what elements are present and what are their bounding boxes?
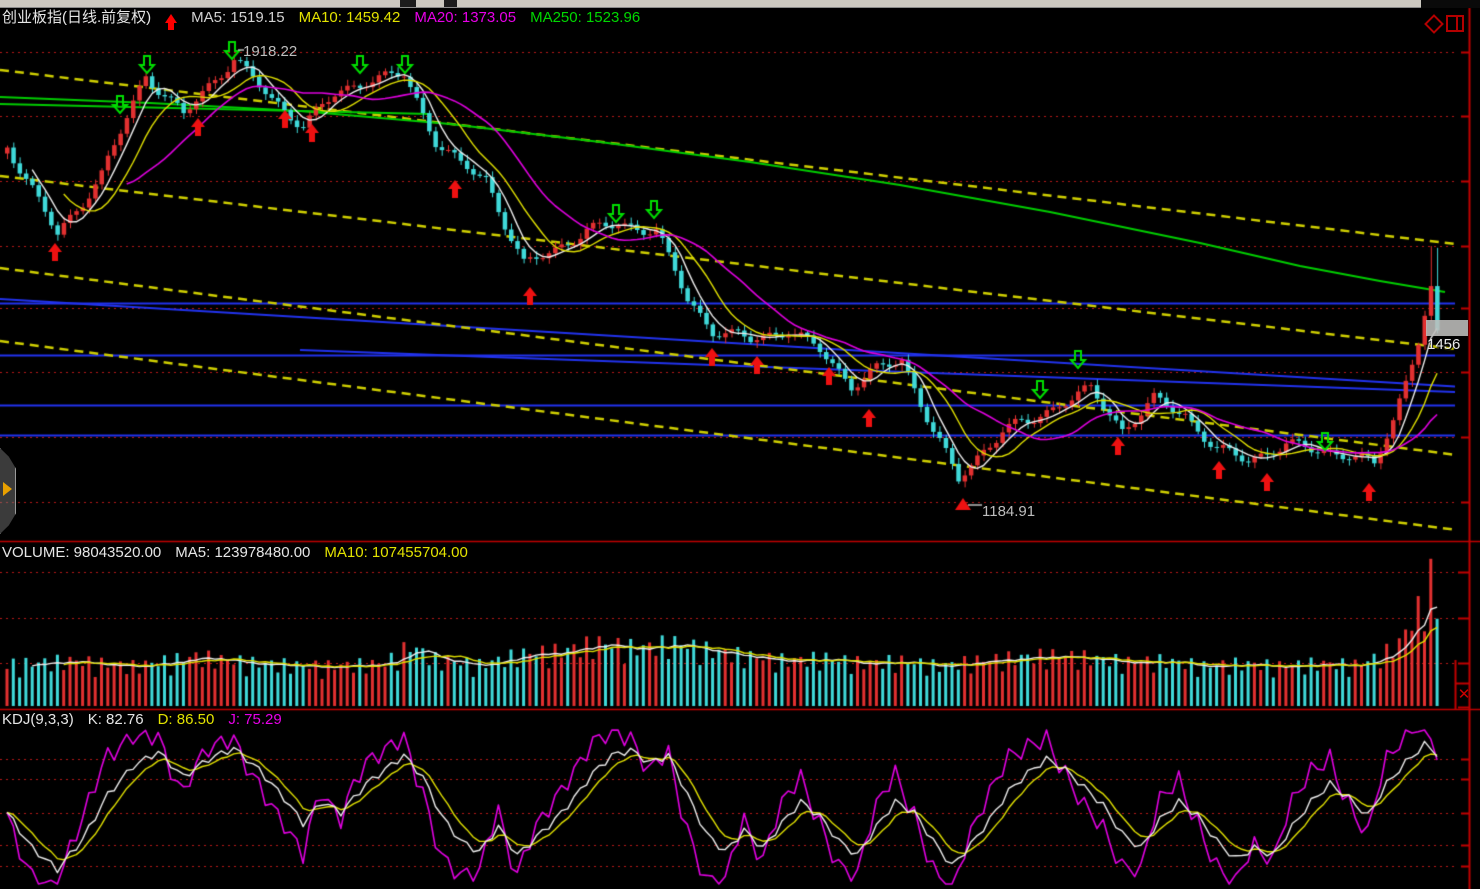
- ma20-value: MA20: 1373.05: [414, 9, 516, 27]
- ma250-value: MA250: 1523.96: [530, 9, 640, 27]
- kdj-pane-header: KDJ(9,3,3) K: 82.76 D: 86.50 J: 75.29: [2, 711, 282, 729]
- kdj-d-value: D: 86.50: [158, 711, 215, 729]
- price-pane-header: 创业板指(日线.前复权) MA5: 1519.15 MA10: 1459.42 …: [2, 9, 640, 27]
- window-top-edge: [0, 0, 1421, 8]
- window-panes-icon[interactable]: [1446, 15, 1464, 32]
- window-top-corner: [1421, 0, 1480, 8]
- expand-arrow-icon: [3, 482, 12, 496]
- peak-price-label: 1918.22: [243, 43, 297, 60]
- kdj-j-value: J: 75.29: [228, 711, 281, 729]
- top-strip-notch: [400, 0, 416, 7]
- close-icon[interactable]: ✕: [1457, 686, 1471, 704]
- trading-app-window: 创业板指(日线.前复权) MA5: 1519.15 MA10: 1459.42 …: [0, 0, 1480, 889]
- ma10-value: MA10: 1459.42: [299, 9, 401, 27]
- low-price-label: 1184.91: [982, 503, 1035, 520]
- top-strip-notch: [444, 0, 457, 7]
- chart-canvas[interactable]: [0, 0, 1480, 889]
- volume-ma10-value: MA10: 107455704.00: [324, 544, 467, 562]
- volume-pane-header: VOLUME: 98043520.00 MA5: 123978480.00 MA…: [2, 544, 468, 562]
- volume-ma5-value: MA5: 123978480.00: [175, 544, 310, 562]
- kdj-k-value: K: 82.76: [88, 711, 144, 729]
- kdj-indicator-label: KDJ(9,3,3): [2, 711, 74, 729]
- volume-value: VOLUME: 98043520.00: [2, 544, 161, 562]
- last-price-flag: [1426, 320, 1468, 336]
- up-arrow-icon: [165, 14, 177, 23]
- last-price-label: 1456: [1427, 336, 1460, 353]
- ma5-value: MA5: 1519.15: [191, 9, 284, 27]
- symbol-title: 创业板指(日线.前复权): [2, 9, 151, 27]
